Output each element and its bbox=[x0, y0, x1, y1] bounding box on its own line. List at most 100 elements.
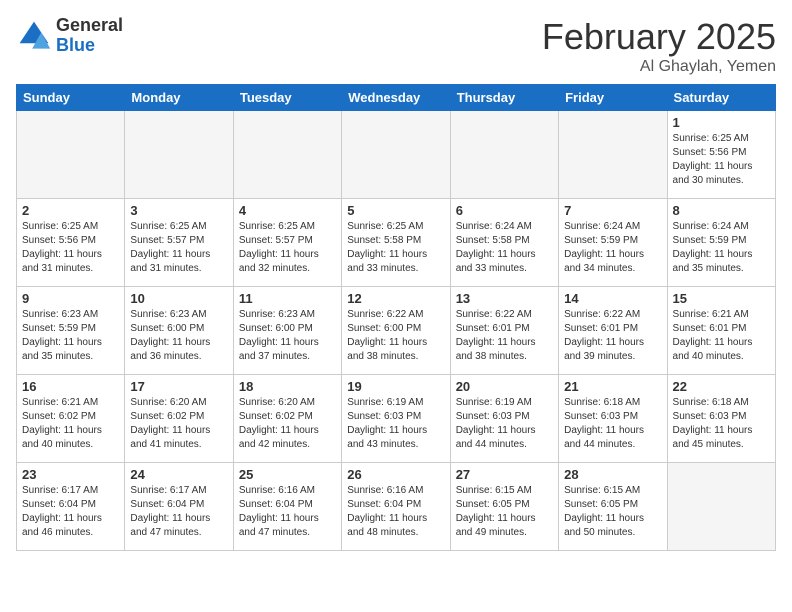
page-header: General Blue February 2025 Al Ghaylah, Y… bbox=[16, 16, 776, 76]
day-cell bbox=[233, 111, 341, 199]
day-number: 26 bbox=[347, 467, 444, 482]
day-cell: 3 Sunrise: 6:25 AM Sunset: 5:57 PM Daylig… bbox=[125, 199, 233, 287]
day-cell: 2Sunrise: 6:25 AM Sunset: 5:56 PM Daylig… bbox=[17, 199, 125, 287]
day-cell bbox=[125, 111, 233, 199]
day-info: Sunrise: 6:20 AM Sunset: 6:02 PM Dayligh… bbox=[239, 396, 336, 452]
day-number: 25 bbox=[239, 467, 336, 482]
weekday-header-monday: Monday bbox=[125, 85, 233, 111]
weekday-header-friday: Friday bbox=[559, 85, 667, 111]
day-cell: 14 Sunrise: 6:22 AM Sunset: 6:01 PM Dayli… bbox=[559, 287, 667, 375]
day-number: 6 bbox=[456, 203, 553, 218]
day-cell: 15 Sunrise: 6:21 AM Sunset: 6:01 PM Dayli… bbox=[667, 287, 775, 375]
week-row-4: 16 Sunrise: 6:21 AM Sunset: 6:02 PM Dayli… bbox=[17, 375, 776, 463]
day-info: Sunrise: 6:22 AM Sunset: 6:00 PM Dayligh… bbox=[347, 308, 444, 364]
day-number: 28 bbox=[564, 467, 661, 482]
day-info: Sunrise: 6:25 AM Sunset: 5:58 PM Dayligh… bbox=[347, 220, 444, 276]
day-info: Sunrise: 6:16 AM Sunset: 6:04 PM Dayligh… bbox=[347, 484, 444, 540]
day-cell: 16 Sunrise: 6:21 AM Sunset: 6:02 PM Dayli… bbox=[17, 375, 125, 463]
day-cell bbox=[667, 463, 775, 551]
day-number: 3 bbox=[130, 203, 227, 218]
calendar: SundayMondayTuesdayWednesdayThursdayFrid… bbox=[16, 84, 776, 551]
day-info: Sunrise: 6:21 AM Sunset: 6:01 PM Dayligh… bbox=[673, 308, 770, 364]
day-cell: 17Sunrise: 6:20 AM Sunset: 6:02 PM Dayli… bbox=[125, 375, 233, 463]
day-cell: 22 Sunrise: 6:18 AM Sunset: 6:03 PM Dayli… bbox=[667, 375, 775, 463]
day-cell: 7Sunrise: 6:24 AM Sunset: 5:59 PM Daylig… bbox=[559, 199, 667, 287]
day-number: 19 bbox=[347, 379, 444, 394]
day-number: 5 bbox=[347, 203, 444, 218]
week-row-1: 1Sunrise: 6:25 AM Sunset: 5:56 PM Daylig… bbox=[17, 111, 776, 199]
day-cell: 4 Sunrise: 6:25 AM Sunset: 5:57 PM Daylig… bbox=[233, 199, 341, 287]
day-number: 16 bbox=[22, 379, 119, 394]
day-info: Sunrise: 6:17 AM Sunset: 6:04 PM Dayligh… bbox=[22, 484, 119, 540]
weekday-header-row: SundayMondayTuesdayWednesdayThursdayFrid… bbox=[17, 85, 776, 111]
weekday-header-sunday: Sunday bbox=[17, 85, 125, 111]
day-info: Sunrise: 6:19 AM Sunset: 6:03 PM Dayligh… bbox=[456, 396, 553, 452]
day-info: Sunrise: 6:25 AM Sunset: 5:56 PM Dayligh… bbox=[22, 220, 119, 276]
day-info: Sunrise: 6:18 AM Sunset: 6:03 PM Dayligh… bbox=[673, 396, 770, 452]
day-info: Sunrise: 6:22 AM Sunset: 6:01 PM Dayligh… bbox=[456, 308, 553, 364]
day-cell: 21 Sunrise: 6:18 AM Sunset: 6:03 PM Dayli… bbox=[559, 375, 667, 463]
weekday-header-tuesday: Tuesday bbox=[233, 85, 341, 111]
day-cell: 8Sunrise: 6:24 AM Sunset: 5:59 PM Daylig… bbox=[667, 199, 775, 287]
day-info: Sunrise: 6:18 AM Sunset: 6:03 PM Dayligh… bbox=[564, 396, 661, 452]
day-cell bbox=[17, 111, 125, 199]
day-number: 13 bbox=[456, 291, 553, 306]
weekday-header-thursday: Thursday bbox=[450, 85, 558, 111]
day-cell: 27Sunrise: 6:15 AM Sunset: 6:05 PM Dayli… bbox=[450, 463, 558, 551]
day-number: 8 bbox=[673, 203, 770, 218]
day-cell bbox=[559, 111, 667, 199]
day-number: 10 bbox=[130, 291, 227, 306]
logo-text: General Blue bbox=[56, 16, 123, 56]
day-info: Sunrise: 6:16 AM Sunset: 6:04 PM Dayligh… bbox=[239, 484, 336, 540]
day-cell bbox=[342, 111, 450, 199]
weekday-header-wednesday: Wednesday bbox=[342, 85, 450, 111]
title-block: February 2025 Al Ghaylah, Yemen bbox=[542, 16, 776, 76]
day-info: Sunrise: 6:23 AM Sunset: 5:59 PM Dayligh… bbox=[22, 308, 119, 364]
day-number: 24 bbox=[130, 467, 227, 482]
day-cell: 18Sunrise: 6:20 AM Sunset: 6:02 PM Dayli… bbox=[233, 375, 341, 463]
day-info: Sunrise: 6:21 AM Sunset: 6:02 PM Dayligh… bbox=[22, 396, 119, 452]
day-cell: 13 Sunrise: 6:22 AM Sunset: 6:01 PM Dayli… bbox=[450, 287, 558, 375]
day-cell: 11 Sunrise: 6:23 AM Sunset: 6:00 PM Dayli… bbox=[233, 287, 341, 375]
day-cell: 10Sunrise: 6:23 AM Sunset: 6:00 PM Dayli… bbox=[125, 287, 233, 375]
day-info: Sunrise: 6:24 AM Sunset: 5:59 PM Dayligh… bbox=[564, 220, 661, 276]
day-info: Sunrise: 6:24 AM Sunset: 5:58 PM Dayligh… bbox=[456, 220, 553, 276]
day-number: 4 bbox=[239, 203, 336, 218]
logo-icon bbox=[16, 18, 52, 54]
day-cell: 24 Sunrise: 6:17 AM Sunset: 6:04 PM Dayli… bbox=[125, 463, 233, 551]
day-info: Sunrise: 6:17 AM Sunset: 6:04 PM Dayligh… bbox=[130, 484, 227, 540]
day-cell: 23 Sunrise: 6:17 AM Sunset: 6:04 PM Dayli… bbox=[17, 463, 125, 551]
day-number: 12 bbox=[347, 291, 444, 306]
day-cell: 28 Sunrise: 6:15 AM Sunset: 6:05 PM Dayli… bbox=[559, 463, 667, 551]
day-number: 22 bbox=[673, 379, 770, 394]
week-row-2: 2Sunrise: 6:25 AM Sunset: 5:56 PM Daylig… bbox=[17, 199, 776, 287]
day-number: 17 bbox=[130, 379, 227, 394]
day-number: 9 bbox=[22, 291, 119, 306]
logo: General Blue bbox=[16, 16, 123, 56]
day-info: Sunrise: 6:22 AM Sunset: 6:01 PM Dayligh… bbox=[564, 308, 661, 364]
day-info: Sunrise: 6:25 AM Sunset: 5:57 PM Dayligh… bbox=[239, 220, 336, 276]
day-cell: 20 Sunrise: 6:19 AM Sunset: 6:03 PM Dayli… bbox=[450, 375, 558, 463]
month-year: February 2025 bbox=[542, 16, 776, 58]
day-cell: 9 Sunrise: 6:23 AM Sunset: 5:59 PM Daylig… bbox=[17, 287, 125, 375]
day-number: 15 bbox=[673, 291, 770, 306]
day-info: Sunrise: 6:25 AM Sunset: 5:57 PM Dayligh… bbox=[130, 220, 227, 276]
day-cell: 12 Sunrise: 6:22 AM Sunset: 6:00 PM Dayli… bbox=[342, 287, 450, 375]
day-info: Sunrise: 6:15 AM Sunset: 6:05 PM Dayligh… bbox=[564, 484, 661, 540]
day-number: 21 bbox=[564, 379, 661, 394]
day-cell: 6 Sunrise: 6:24 AM Sunset: 5:58 PM Daylig… bbox=[450, 199, 558, 287]
day-info: Sunrise: 6:19 AM Sunset: 6:03 PM Dayligh… bbox=[347, 396, 444, 452]
day-cell: 5 Sunrise: 6:25 AM Sunset: 5:58 PM Daylig… bbox=[342, 199, 450, 287]
day-cell: 19 Sunrise: 6:19 AM Sunset: 6:03 PM Dayli… bbox=[342, 375, 450, 463]
day-number: 20 bbox=[456, 379, 553, 394]
day-cell bbox=[450, 111, 558, 199]
week-row-3: 9 Sunrise: 6:23 AM Sunset: 5:59 PM Daylig… bbox=[17, 287, 776, 375]
day-number: 11 bbox=[239, 291, 336, 306]
day-number: 27 bbox=[456, 467, 553, 482]
weekday-header-saturday: Saturday bbox=[667, 85, 775, 111]
logo-blue: Blue bbox=[56, 36, 123, 56]
day-info: Sunrise: 6:25 AM Sunset: 5:56 PM Dayligh… bbox=[673, 132, 770, 188]
day-number: 14 bbox=[564, 291, 661, 306]
day-info: Sunrise: 6:23 AM Sunset: 6:00 PM Dayligh… bbox=[239, 308, 336, 364]
day-number: 23 bbox=[22, 467, 119, 482]
